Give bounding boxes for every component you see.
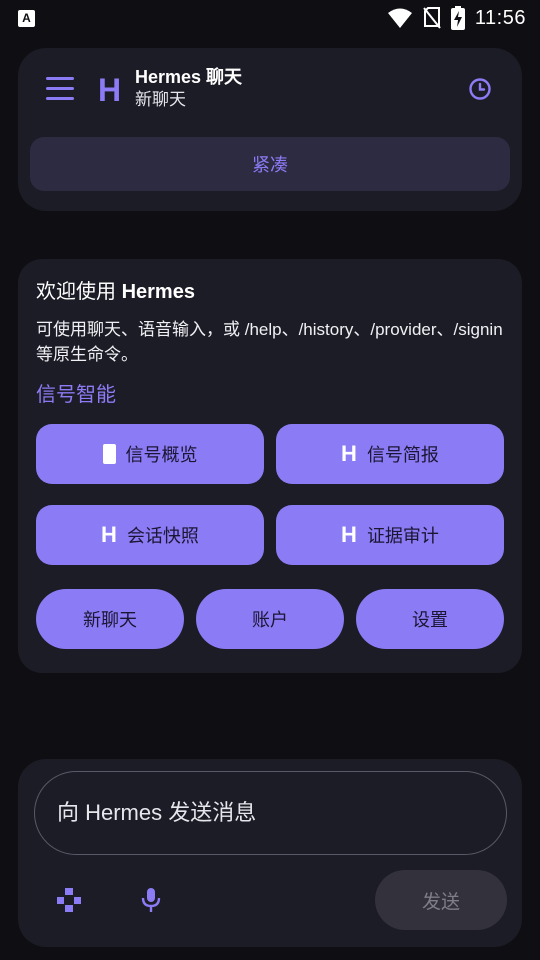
status-bar: A 11:56 (0, 0, 540, 36)
account-button[interactable]: 账户 (196, 589, 344, 649)
menu-icon[interactable] (46, 77, 74, 101)
app-logo: H (98, 72, 122, 108)
no-sim-icon (423, 7, 441, 29)
composer-card: 发送 (18, 759, 522, 947)
welcome-title-brand: Hermes (121, 281, 195, 303)
evidence-audit-button[interactable]: H 证据审计 (276, 505, 504, 565)
attach-grid-icon[interactable] (56, 887, 82, 913)
chat-subtitle: 新聊天 (135, 90, 186, 109)
microphone-icon[interactable] (138, 887, 164, 913)
history-icon[interactable] (468, 77, 492, 101)
signal-brief-button[interactable]: H 信号简报 (276, 424, 504, 484)
status-time: 11:56 (474, 6, 526, 29)
send-button[interactable]: 发送 (375, 870, 507, 930)
battery-charging-icon (450, 6, 465, 30)
welcome-body: 可使用聊天、语音输入，或 /help、/history、/provider、/s… (36, 320, 503, 364)
wifi-icon (387, 8, 412, 28)
notification-icon: A (18, 9, 35, 27)
header-card: H Hermes 聊天 新聊天 紧凑 (18, 48, 522, 211)
button-label: 信号简报 (366, 445, 439, 466)
title-block: Hermes 聊天 新聊天 (135, 66, 242, 112)
welcome-title: 欢迎使用 Hermes (36, 279, 195, 305)
hermes-h-icon: H (101, 522, 117, 547)
hermes-h-icon: H (341, 522, 357, 547)
message-input[interactable] (34, 771, 507, 855)
button-label: 会话快照 (126, 526, 199, 547)
compact-button[interactable]: 紧凑 (30, 137, 510, 191)
signal-section-title: 信号智能 (36, 382, 116, 406)
welcome-title-prefix: 欢迎使用 (36, 281, 122, 303)
new-chat-button[interactable]: 新聊天 (36, 589, 184, 649)
signal-overview-button[interactable]: 信号概览 (36, 424, 264, 484)
app-screen: A 11:56 H Hermes 聊天 新聊天 紧凑 欢迎使用 Hermes 可… (0, 0, 540, 960)
hermes-h-icon: H (341, 441, 357, 466)
welcome-card: 欢迎使用 Hermes 可使用聊天、语音输入，或 /help、/history、… (18, 259, 522, 673)
app-title: Hermes 聊天 (135, 67, 243, 87)
settings-button[interactable]: 设置 (356, 589, 504, 649)
button-label: 信号概览 (125, 445, 198, 466)
rectangle-icon (102, 444, 116, 464)
session-snapshot-button[interactable]: H 会话快照 (36, 505, 264, 565)
button-label: 证据审计 (366, 526, 439, 547)
